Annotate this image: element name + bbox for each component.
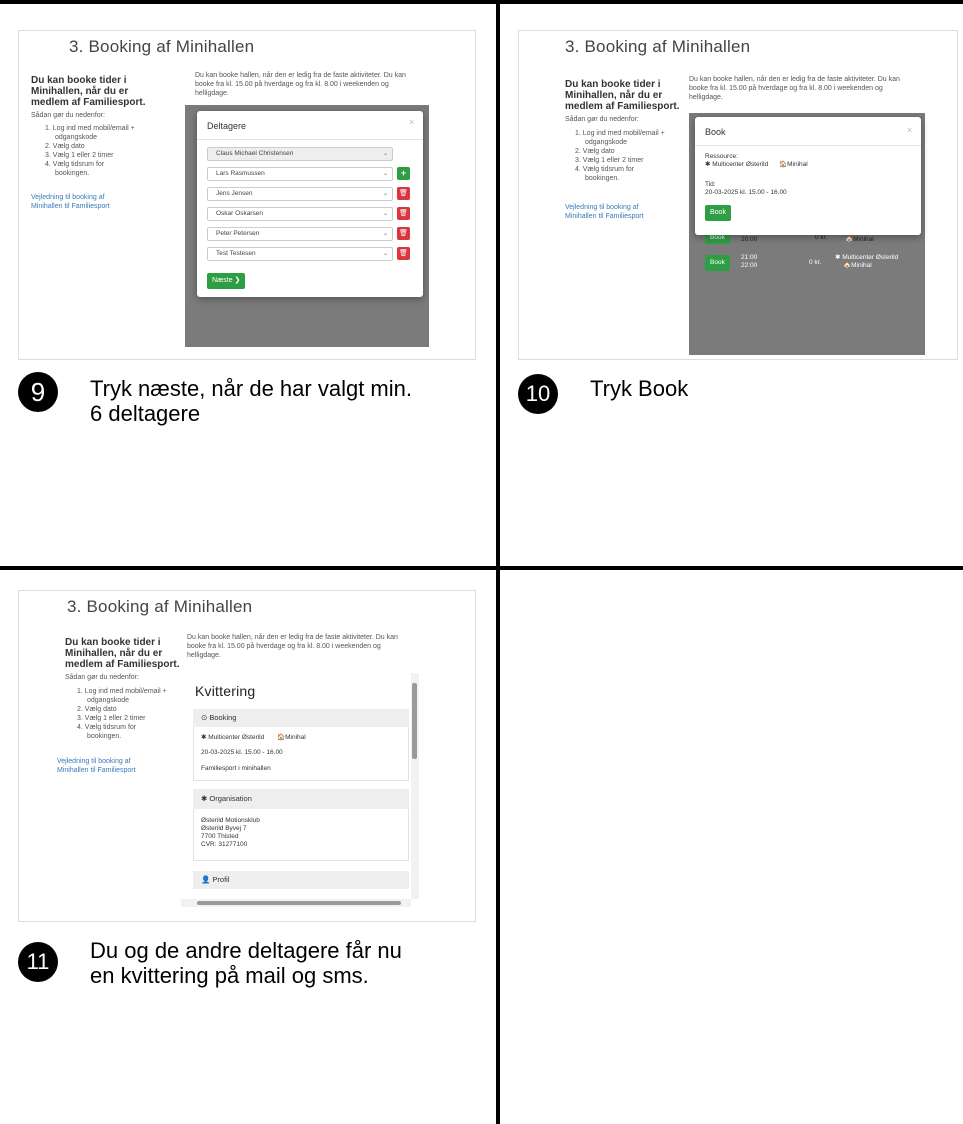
modal-divider: [197, 139, 423, 140]
chevron-down-icon: ⌄: [382, 251, 388, 257]
booking-activity: Familiesport i minihallen: [201, 765, 271, 772]
participant-select[interactable]: Peter Petersen ⌄: [207, 227, 393, 241]
booking-time: 20-03-2025 kl. 15.00 - 16.00: [201, 749, 283, 756]
lead-text: Du kan booke tider i Minihallen, når du e…: [31, 75, 146, 108]
lead-text: Du kan booke tider i Minihallen, når du e…: [65, 637, 180, 670]
book-modal: Book × Ressource: ✱ Multicenter Østerild…: [695, 117, 921, 235]
step9-screenshot: 3. Booking af Minihallen Du kan booke ti…: [18, 30, 476, 360]
step9-caption: Tryk næste, når de har valgt min. 6 delta…: [90, 376, 412, 426]
lead-text: Du kan booke tider i Minihallen, når du e…: [565, 79, 680, 112]
horizontal-scroll-thumb[interactable]: [197, 901, 401, 905]
howto-text: Sådan gør du nedenfor:: [565, 116, 639, 123]
info-text: Du kan booke hallen, når den er ledig fr…: [689, 76, 900, 101]
instruction-page: 3. Booking af Minihallen Du kan booke ti…: [0, 0, 963, 1124]
step-number-11: 11: [18, 942, 58, 982]
info-text: Du kan booke hallen, når den er ledig fr…: [187, 634, 398, 659]
page-title: 3. Booking af Minihallen: [69, 37, 255, 56]
modal-divider: [695, 145, 921, 146]
info-text: Du kan booke hallen, når den er ledig fr…: [195, 72, 406, 97]
time-label: Tid:: [705, 181, 716, 188]
row-price: 0 kr.: [815, 234, 828, 241]
participants-modal: Deltagere × Claus Michael Christensen ⌄ L…: [197, 111, 423, 297]
steps-list: 1. Log ind med mobil/email + odgangskode …: [77, 688, 167, 740]
participant-select[interactable]: Oskar Oskarsen ⌄: [207, 207, 393, 221]
divider-middle: [0, 566, 963, 570]
organisation-panel-header: ✱ Organisation: [193, 789, 409, 809]
delete-participant-button[interactable]: 🗑: [397, 187, 410, 200]
chevron-down-icon: ⌄: [382, 191, 388, 197]
howto-text: Sådan gør du nedenfor:: [31, 112, 105, 119]
book-button[interactable]: Book: [705, 205, 731, 221]
book-row-button[interactable]: Book: [705, 255, 730, 271]
modal-title: Deltagere: [207, 121, 247, 131]
row-place: ✱ Multicenter Østerild 🏠Minihal: [835, 254, 899, 269]
step11-caption: Du og de andre deltagere får nu en kvitte…: [90, 938, 402, 988]
page-title: 3. Booking af Minihallen: [565, 37, 751, 56]
row-hall: 🏠Minihal: [845, 236, 874, 243]
page-title: 3. Booking af Minihallen: [67, 597, 253, 616]
steps-list: 1. Log ind med mobil/email + odgangskode …: [575, 130, 665, 182]
guide-link[interactable]: Vejledning til booking af Minihallen til …: [57, 757, 136, 775]
divider-vertical: [496, 0, 500, 1124]
participant-select[interactable]: Jens Jensen ⌄: [207, 187, 393, 201]
time-value: 20-03-2025 kl. 15.00 - 16.00: [705, 189, 787, 196]
delete-participant-button[interactable]: 🗑: [397, 227, 410, 240]
chevron-down-icon: ⌄: [382, 171, 388, 177]
chevron-down-icon: ⌄: [382, 211, 388, 217]
close-icon[interactable]: ×: [907, 125, 912, 135]
booking-panel-header: ⊙ Booking: [193, 709, 409, 727]
organisation-details: Østerild Motionsklub Østerild Byvej 7 770…: [201, 817, 260, 848]
howto-text: Sådan gør du nedenfor:: [65, 674, 139, 681]
step11-screenshot: 3. Booking af Minihallen Du kan booke ti…: [18, 590, 476, 922]
booking-hall: 🏠Minihal: [277, 734, 306, 741]
close-icon[interactable]: ×: [409, 117, 414, 127]
add-participant-button[interactable]: +: [397, 167, 410, 180]
delete-participant-button[interactable]: 🗑: [397, 247, 410, 260]
resource-hall: 🏠Minihal: [779, 161, 808, 168]
modal-title: Book: [705, 127, 726, 137]
participant-select[interactable]: Claus Michael Christensen ⌄: [207, 147, 393, 161]
resource-label: Ressource:: [705, 153, 738, 160]
participant-select[interactable]: Lars Rasmussen ⌄: [207, 167, 393, 181]
resource-place: ✱ Multicenter Østerild: [705, 161, 769, 168]
step10-screenshot: 3. Booking af Minihallen Du kan booke ti…: [518, 30, 958, 360]
vertical-scroll-thumb[interactable]: [412, 683, 417, 759]
row-time: 20:00: [741, 236, 758, 243]
guide-link[interactable]: Vejledning til booking af Minihallen til …: [565, 203, 644, 221]
row-time: 21:00 22:00: [741, 254, 758, 269]
next-button[interactable]: Næste ❯: [207, 273, 246, 289]
chevron-down-icon: ⌄: [382, 231, 388, 237]
steps-list: 1. Log ind med mobil/email + odgangskode …: [45, 125, 135, 177]
booking-place: ✱ Multicenter Østerild: [201, 734, 265, 741]
step-number-9: 9: [18, 372, 58, 412]
row-price: 0 kr.: [809, 259, 822, 266]
receipt-title: Kvittering: [195, 683, 256, 699]
step-number-10: 10: [518, 374, 558, 414]
divider-top: [0, 0, 963, 4]
delete-participant-button[interactable]: 🗑: [397, 207, 410, 220]
guide-link[interactable]: Vejledning til booking af Minihallen til …: [31, 193, 110, 211]
chevron-down-icon: ⌄: [382, 151, 388, 157]
profile-panel-header: 👤 Profil: [193, 871, 409, 889]
participant-select[interactable]: Test Testesen ⌄: [207, 247, 393, 261]
step10-caption: Tryk Book: [590, 376, 689, 401]
